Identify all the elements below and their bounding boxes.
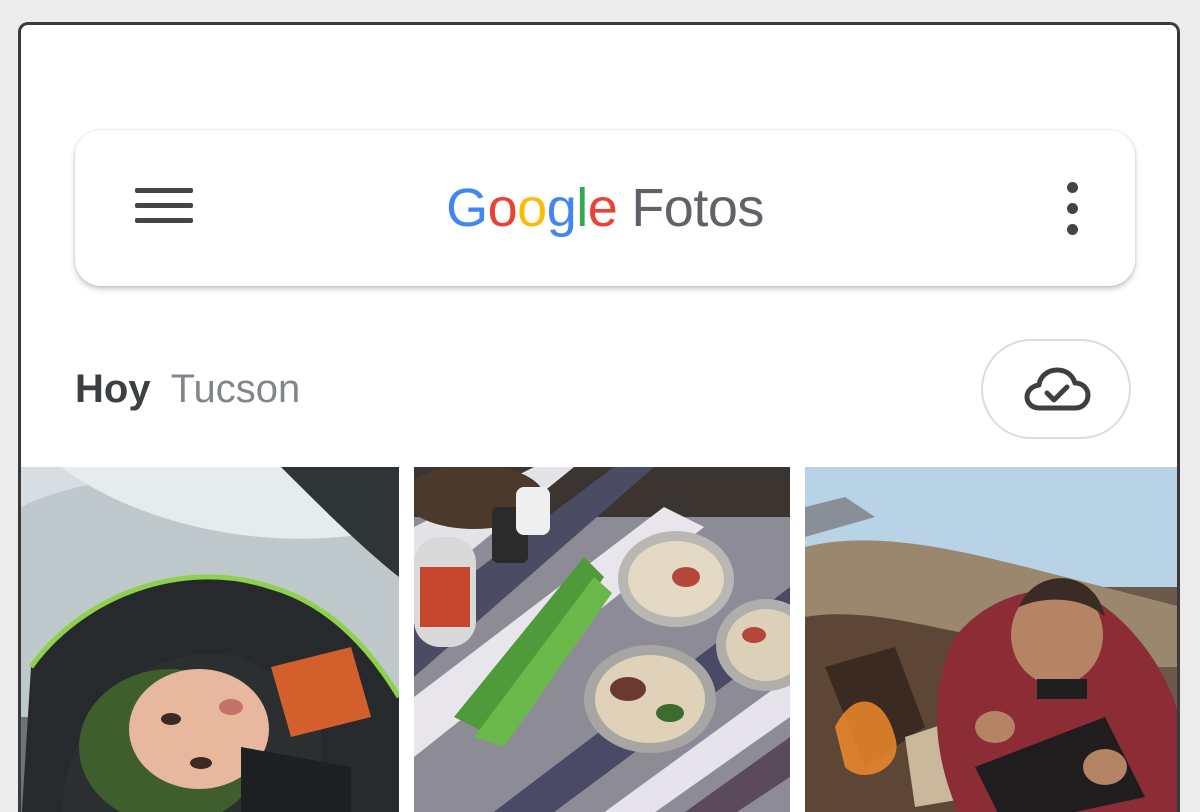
more-options-button[interactable] [1057, 180, 1087, 240]
logo-letter: o [517, 178, 547, 238]
photo-camp-food [414, 467, 790, 812]
photo-man-at-campfire [805, 467, 1177, 812]
logo-letter: o [487, 178, 518, 238]
date-label: Hoy [75, 367, 151, 411]
more-icon-dot [1067, 182, 1078, 193]
more-icon-dot [1067, 203, 1078, 214]
logo-letter: G [446, 178, 488, 238]
logo-letter: e [587, 178, 618, 238]
photo-thumbnail[interactable] [21, 467, 399, 812]
date-header: Hoy Tucson [75, 365, 300, 413]
google-photos-logo: Google Fotos [75, 178, 1135, 238]
logo-letter: g [546, 178, 577, 238]
phone-screen: Google Fotos Hoy Tucson [18, 22, 1180, 812]
photo-child-in-tent [21, 467, 399, 812]
location-label: Tucson [170, 367, 301, 411]
cloud-done-icon [1024, 367, 1091, 411]
logo-letter: l [576, 178, 588, 238]
backup-status-button[interactable] [981, 339, 1131, 439]
photo-thumbnail[interactable] [414, 467, 790, 812]
app-top-bar: Google Fotos [75, 130, 1135, 286]
photo-thumbnail[interactable] [805, 467, 1177, 812]
product-name: Fotos [631, 178, 764, 238]
more-icon-dot [1067, 224, 1078, 235]
